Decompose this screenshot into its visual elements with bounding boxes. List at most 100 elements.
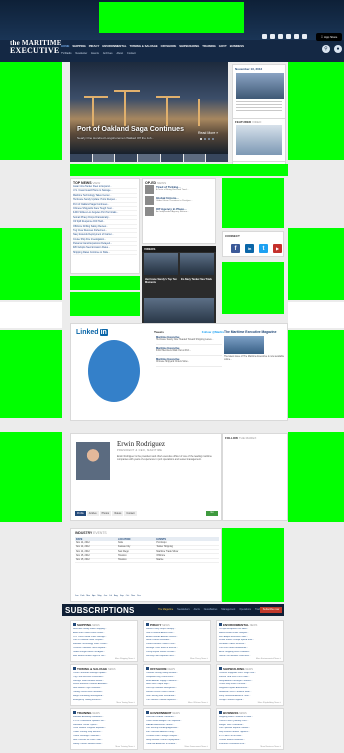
social-icon[interactable] [302, 34, 307, 39]
left-skyscraper-ad[interactable] [0, 62, 62, 160]
nav-offshore[interactable]: OFFSHORE [161, 44, 177, 48]
go-button[interactable]: Go [206, 511, 218, 516]
news-box-more-link[interactable]: More Shipbuilding News » [219, 702, 281, 704]
slider-dots[interactable] [200, 138, 214, 140]
subscription-category[interactable]: Newsflashes [204, 608, 218, 611]
month-link[interactable]: May [98, 595, 102, 597]
magazine-cover[interactable] [224, 336, 264, 354]
thumbnail[interactable] [138, 154, 160, 162]
month-link[interactable]: Apr [92, 595, 95, 597]
news-box-more-link[interactable]: More Training News » [73, 746, 135, 748]
thumbnail[interactable] [115, 154, 138, 162]
news-box-more-link[interactable]: More Shipping News » [73, 658, 135, 660]
top-news-item[interactable]: Shipping Rates Continue to Slide... [73, 251, 137, 256]
month-link[interactable]: Mar [86, 595, 90, 597]
op-ed-item[interactable]: Global Unions... Global Union Threatens t… [145, 196, 213, 205]
month-link[interactable]: Oct [126, 595, 129, 597]
content-ad-2[interactable] [70, 292, 140, 316]
video-caption[interactable]: Hurricane Sandy's Top Ten Moments [145, 278, 178, 284]
video-tile-large[interactable] [144, 298, 214, 326]
news-box-more-link[interactable]: More Business News » [219, 746, 281, 748]
tab-videos[interactable]: Videos [112, 511, 124, 516]
follow-button[interactable]: Follow @MarEx [202, 330, 224, 334]
nav-towing[interactable]: TOWING & SALVAGE [130, 44, 158, 48]
subnav-tv[interactable]: TV/Radio [61, 52, 71, 55]
nav-shipping[interactable]: SHIPPING [72, 44, 85, 48]
social-icon[interactable] [262, 34, 267, 39]
month-link[interactable]: Sep [120, 595, 124, 597]
tweet[interactable]: Maritime Executive Hurricane Sandy Now He… [156, 336, 222, 345]
linkedin-icon[interactable]: in [245, 244, 254, 253]
magazine-promo[interactable]: The Maritime Executive Magazine The late… [224, 330, 286, 420]
search-icon[interactable]: ⚲ [322, 45, 330, 53]
video-caption[interactable]: Ex-Navy Tanker Sea Trials [181, 278, 214, 281]
subscription-category[interactable]: Management [221, 608, 235, 611]
month-link[interactable]: Jul [109, 595, 112, 597]
right-ad-4[interactable] [288, 432, 344, 522]
tab-articles[interactable]: Articles [86, 511, 99, 516]
nav-shipbuilding[interactable]: SHIPBUILDING [179, 44, 199, 48]
month-link[interactable]: Jan [75, 595, 79, 597]
month-link[interactable]: Jun [104, 595, 108, 597]
subscription-category[interactable]: The Magazine [158, 608, 173, 611]
news-box-more-link[interactable]: More Towing News » [73, 702, 135, 704]
leaderboard-ad[interactable] [70, 164, 288, 176]
tweet[interactable]: Maritime Executive Chinese Shipyard Order… [156, 358, 222, 367]
content-ad[interactable] [70, 276, 140, 290]
thumbnail[interactable] [206, 154, 229, 162]
nav-environmental[interactable]: ENVIRONMENTAL [102, 44, 126, 48]
right-ad-2[interactable] [288, 228, 344, 300]
left-ad-4[interactable] [0, 432, 62, 522]
site-logo-main[interactable]: EXECUTIVE [10, 47, 59, 55]
social-icon[interactable] [294, 34, 299, 39]
hero-title[interactable]: Port of Oakland Saga Continues [77, 126, 184, 133]
user-icon[interactable]: ● [334, 45, 342, 53]
featured-video[interactable]: FEATURED VIDEO [232, 118, 286, 162]
social-icon[interactable] [286, 34, 291, 39]
news-box-more-link[interactable]: More Offshore News » [146, 702, 208, 704]
youtube-icon[interactable]: ▶ [273, 244, 282, 253]
nav-home[interactable]: HOME [61, 44, 69, 48]
subnav-contact[interactable]: Contact [127, 52, 136, 55]
magazine-title[interactable]: The Maritime Executive Magazine [224, 330, 286, 334]
events-row[interactable]: Nov 15, 2012 Houston Marine [75, 558, 219, 564]
thumbnail[interactable] [160, 154, 183, 162]
facebook-icon[interactable]: f [231, 244, 240, 253]
subnav-newsletter[interactable]: Newsletter [75, 52, 87, 55]
video-tile[interactable] [180, 253, 214, 275]
hero-slider[interactable]: Port of Oakland Saga Continues Nearly On… [70, 62, 228, 154]
app-store-button[interactable]: App Store [316, 33, 342, 41]
subnav-about[interactable]: About [116, 52, 123, 55]
date-widget-image[interactable] [236, 73, 284, 99]
social-icon[interactable] [278, 34, 283, 39]
nav-piracy[interactable]: PIRACY [89, 44, 100, 48]
month-link[interactable]: Aug [114, 595, 118, 597]
right-skyscraper-ad[interactable] [288, 62, 344, 160]
left-ad-3[interactable] [0, 330, 62, 418]
nav-business[interactable]: BUSINESS [230, 44, 244, 48]
tab-contact[interactable]: Contact [124, 511, 137, 516]
month-link[interactable]: Nov [131, 595, 135, 597]
subscription-category[interactable]: Operations [239, 608, 251, 611]
featured-video-thumb[interactable] [236, 125, 282, 155]
tweet[interactable]: Maritime Executive ILWU Members Walk Out … [156, 347, 222, 356]
tab-photos[interactable]: Photos [99, 511, 112, 516]
twitter-icon[interactable]: t [259, 244, 268, 253]
subscription-category[interactable]: Newsletters [177, 608, 190, 611]
month-link[interactable]: Dec [137, 595, 141, 597]
subscription-category[interactable]: Alerts [194, 608, 200, 611]
linkedin-logo[interactable]: Linked in [76, 329, 108, 336]
thumbnail[interactable] [70, 154, 92, 162]
events-side-ad[interactable] [222, 528, 284, 602]
left-ad-2[interactable] [0, 228, 62, 300]
thumbnail[interactable] [92, 154, 115, 162]
thumbnail[interactable] [183, 154, 206, 162]
nav-training[interactable]: TRAINING [202, 44, 216, 48]
top-banner-ad[interactable] [99, 2, 244, 33]
month-link[interactable]: Feb [81, 595, 85, 597]
nav-govt[interactable]: GOVT [219, 44, 227, 48]
sidebar-ad[interactable] [222, 178, 284, 228]
news-box-more-link[interactable]: More Piracy News » [146, 658, 208, 660]
social-icon[interactable] [270, 34, 275, 39]
sidebar-ad-2[interactable] [222, 262, 284, 314]
